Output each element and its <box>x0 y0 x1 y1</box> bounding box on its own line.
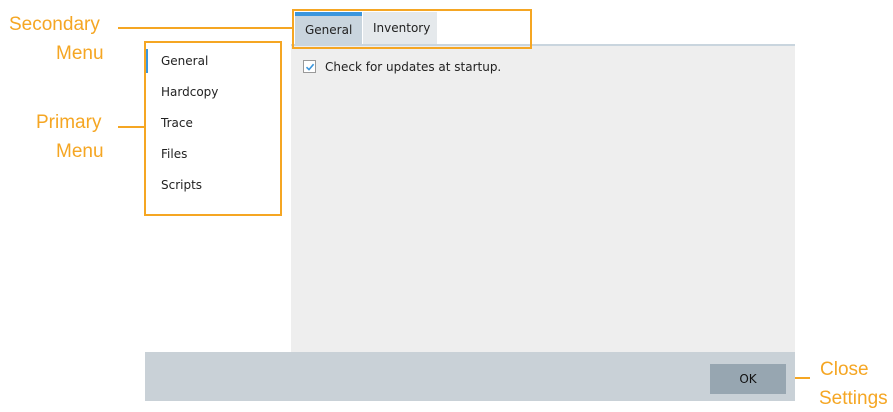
menu-item-hardcopy[interactable]: Hardcopy <box>145 77 285 107</box>
ok-button[interactable]: OK <box>710 364 786 394</box>
update-check-checkbox[interactable] <box>303 60 316 73</box>
menu-item-files[interactable]: Files <box>145 139 285 169</box>
menu-item-general[interactable]: General <box>145 46 285 76</box>
primary-menu: General Hardcopy Trace Files Scripts <box>145 44 291 352</box>
settings-content-panel: Check for updates at startup. <box>291 44 795 354</box>
callout-primary-menu-line2: Menu <box>56 141 104 162</box>
dialog-footer <box>145 352 795 401</box>
settings-dialog: General Hardcopy Trace Files Scripts Che… <box>145 44 795 401</box>
callout-secondary-menu-line2: Menu <box>56 43 104 64</box>
callout-secondary-menu-line1: Secondary <box>9 14 100 35</box>
tab-general[interactable]: General <box>295 12 362 45</box>
update-check-label: Check for updates at startup. <box>325 60 502 74</box>
check-icon <box>305 63 315 71</box>
callout-close-settings-line2: Settings <box>819 388 888 409</box>
callout-primary-menu-line1: Primary <box>36 112 102 133</box>
tab-inventory[interactable]: Inventory <box>363 12 437 45</box>
primary-menu-leader-line <box>118 126 145 128</box>
menu-item-scripts[interactable]: Scripts <box>145 170 285 200</box>
callout-close-settings-line1: Close <box>820 359 869 380</box>
menu-item-trace[interactable]: Trace <box>145 108 285 138</box>
secondary-menu-leader-line <box>118 27 293 29</box>
